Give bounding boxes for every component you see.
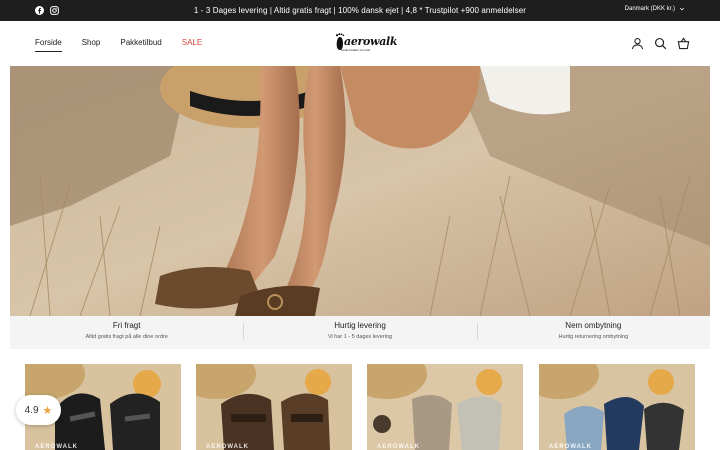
search-icon[interactable]	[654, 37, 667, 50]
usp-subtitle: Altid gratis fragt på alle dine ordre	[85, 334, 168, 340]
cart-icon[interactable]	[677, 37, 690, 50]
locale-selector[interactable]: Danmark (DKK kr.)	[625, 6, 685, 12]
nav-item-pakketilbud[interactable]: Pakketilbud	[120, 38, 161, 52]
product-image	[367, 364, 523, 450]
rating-value: 4.9	[24, 404, 39, 416]
locale-label: Danmark (DKK kr.)	[624, 6, 675, 12]
star-icon: ★	[42, 404, 53, 417]
usp-title: Hurtig levering	[334, 321, 386, 330]
account-icon[interactable]	[631, 37, 644, 50]
site-logo[interactable]: aerowalk Gode Fødder vil smile	[334, 29, 398, 57]
logo-wordmark: aerowalk	[344, 35, 398, 48]
usp-subtitle: Hurtig returnering ombytning	[558, 334, 629, 340]
site-header: Forside Shop Pakketilbud SALE aerowalk G…	[0, 21, 720, 66]
nav-item-forside[interactable]: Forside	[35, 38, 62, 52]
usp-item-fast-delivery: Hurtig levering Vi har 1 - 5 dages lever…	[243, 316, 476, 349]
usp-item-free-shipping: Fri fragt Altid gratis fragt på alle din…	[10, 316, 243, 349]
rating-badge[interactable]: 4.9 ★	[16, 395, 61, 425]
product-brand: AEROWALK	[377, 444, 420, 450]
product-brand: AEROWALK	[549, 444, 592, 450]
product-image	[539, 364, 695, 450]
hero-banner-image[interactable]	[10, 66, 710, 316]
logo-tagline: Gode Fødder vil smile	[341, 48, 371, 52]
product-card[interactable]: AEROWALK	[367, 364, 523, 450]
announcement-message: 1 - 3 Dages levering | Altid gratis frag…	[193, 6, 527, 15]
product-brand: AEROWALK	[206, 444, 249, 450]
product-brand: AEROWALK	[35, 444, 78, 450]
usp-item-easy-exchange: Nem ombytning Hurtig returnering ombytni…	[476, 316, 710, 349]
product-grid: AEROWALK AEROWALK AEROWALK AEROWALK	[25, 364, 695, 450]
usp-bar: Fri fragt Altid gratis fragt på alle din…	[10, 316, 710, 349]
header-actions	[631, 37, 690, 50]
product-card[interactable]: AEROWALK	[196, 364, 352, 450]
announcement-bar: 1 - 3 Dages levering | Altid gratis frag…	[0, 0, 720, 21]
nav-item-sale[interactable]: SALE	[182, 38, 202, 52]
usp-title: Fri fragt	[112, 321, 141, 330]
product-image	[196, 364, 352, 450]
usp-title: Nem ombytning	[565, 321, 622, 330]
main-nav: Forside Shop Pakketilbud SALE	[35, 38, 202, 52]
nav-item-shop[interactable]: Shop	[82, 38, 101, 52]
chevron-down-icon	[679, 7, 685, 11]
product-card[interactable]: AEROWALK	[539, 364, 695, 450]
usp-subtitle: Vi har 1 - 5 dages levering	[327, 334, 393, 340]
